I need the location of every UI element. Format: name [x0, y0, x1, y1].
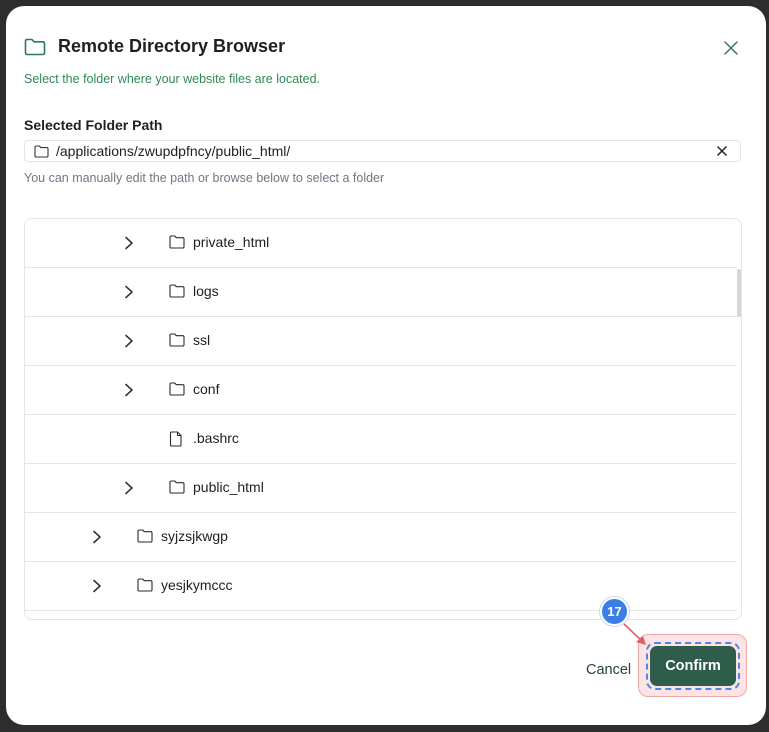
- tree-item-label: syjzsjkwgp: [161, 528, 228, 544]
- close-button[interactable]: [722, 39, 740, 57]
- folder-icon: [34, 144, 49, 158]
- path-label: Selected Folder Path: [24, 117, 163, 133]
- chevron-right-icon[interactable]: [122, 333, 136, 349]
- tree-row[interactable]: logs: [25, 268, 737, 317]
- folder-icon: [169, 284, 185, 300]
- cancel-button[interactable]: Cancel: [576, 655, 641, 685]
- tree-item-label: private_html: [193, 234, 270, 250]
- tree-item-label: ssl: [193, 332, 211, 348]
- chevron-right-icon[interactable]: [122, 284, 136, 300]
- folder-icon: [169, 480, 185, 496]
- folder-icon: [169, 333, 185, 349]
- step-badge: 17: [600, 597, 629, 626]
- scrollbar-thumb[interactable]: [737, 269, 741, 317]
- dialog-header: Remote Directory Browser: [24, 36, 285, 57]
- clear-path-button[interactable]: [714, 143, 730, 159]
- path-input[interactable]: [56, 143, 714, 159]
- folder-icon: [24, 38, 46, 56]
- dialog-subtitle: Select the folder where your website fil…: [24, 72, 320, 86]
- tree-item-label: conf: [193, 381, 220, 397]
- file-icon: [169, 431, 185, 447]
- tree-row[interactable]: public_html: [25, 464, 737, 513]
- tree-item-label: .bashrc: [193, 430, 239, 446]
- chevron-right-icon[interactable]: [122, 480, 136, 496]
- close-icon[interactable]: [724, 41, 738, 55]
- tree-row[interactable]: syjzsjkwgp: [25, 513, 737, 562]
- tree-row[interactable]: conf: [25, 366, 737, 415]
- scrollbar[interactable]: [735, 219, 741, 619]
- directory-browser-dialog: Remote Directory Browser Select the fold…: [6, 6, 766, 725]
- folder-icon: [169, 382, 185, 398]
- chevron-right-icon[interactable]: [90, 578, 104, 594]
- path-hint: You can manually edit the path or browse…: [24, 171, 385, 185]
- chevron-right-icon[interactable]: [122, 235, 136, 251]
- chevron-right-icon[interactable]: [90, 529, 104, 545]
- path-field[interactable]: [24, 140, 741, 162]
- tree-row[interactable]: .bashrc: [25, 415, 737, 464]
- tree-row[interactable]: ssl: [25, 317, 737, 366]
- tree-item-label: public_html: [193, 479, 264, 495]
- chevron-right-icon[interactable]: [122, 382, 136, 398]
- folder-icon: [137, 529, 153, 545]
- dialog-title: Remote Directory Browser: [58, 36, 286, 56]
- directory-tree[interactable]: private_htmllogs ssl conf .bashrc public_htm…: [24, 218, 742, 620]
- folder-icon: [169, 235, 185, 251]
- tree-item-label: logs: [193, 283, 219, 299]
- folder-icon: [137, 578, 153, 594]
- tree-row[interactable]: yesjkymccc: [25, 562, 737, 611]
- tree-item-label: yesjkymccc: [161, 577, 233, 593]
- confirm-button[interactable]: Confirm: [650, 646, 736, 686]
- tree-row[interactable]: private_html: [25, 219, 737, 268]
- close-icon[interactable]: [717, 146, 727, 156]
